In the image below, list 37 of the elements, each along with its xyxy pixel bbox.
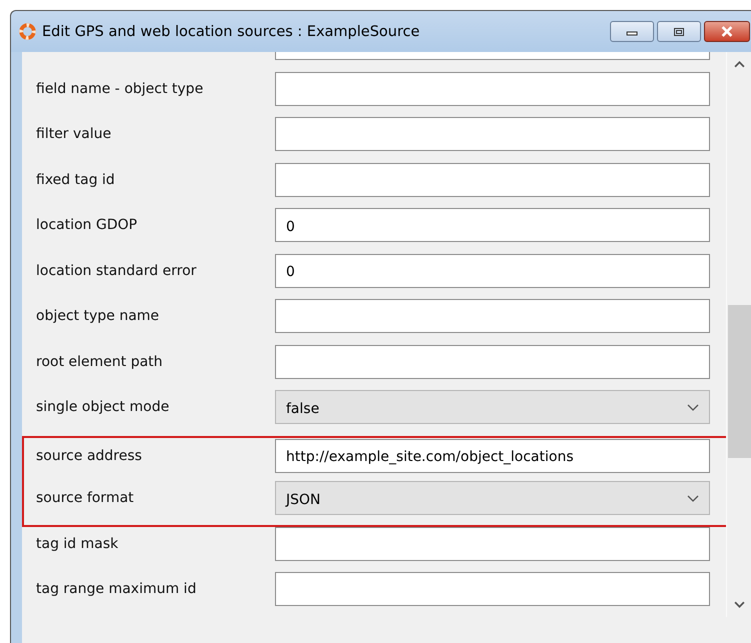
input-field[interactable] <box>275 117 710 151</box>
chevron-icon <box>687 404 699 410</box>
field-label: source format <box>36 490 134 506</box>
field-label: location GDOP <box>36 217 138 233</box>
field-label: filter value <box>36 126 112 142</box>
field-label: location standard error <box>36 262 196 278</box>
scroll-thumb[interactable] <box>728 305 751 458</box>
input-field[interactable]: http://example_site.com/object_locations <box>275 438 710 472</box>
field-label: single object mode <box>36 399 170 415</box>
maximize-icon <box>673 26 685 36</box>
input-field[interactable] <box>275 72 710 106</box>
field-label: field name - object type <box>36 80 204 96</box>
input-field[interactable] <box>275 299 710 333</box>
field-label: fixed tag id <box>36 172 115 188</box>
chevron-icon <box>687 494 699 502</box>
input-field[interactable] <box>275 162 710 196</box>
scroll-up-icon[interactable] <box>734 61 744 68</box>
scrollbar[interactable] <box>726 52 751 617</box>
window-title: Edit GPS and web location sources : ExampleSource <box>42 24 420 40</box>
input-field[interactable]: 0 <box>275 254 710 288</box>
maximize-button[interactable] <box>657 21 701 42</box>
dropdown[interactable]: JSON <box>275 481 710 515</box>
field-label: tag id mask <box>36 536 118 552</box>
field-label: source address <box>36 448 142 464</box>
field-label: tag range maximum id <box>36 581 196 597</box>
input-field[interactable] <box>275 526 710 560</box>
field-label: object type name <box>36 308 160 324</box>
input-field[interactable] <box>275 572 710 606</box>
close-icon <box>720 26 734 37</box>
input-field[interactable]: 0 <box>275 208 710 242</box>
input-field[interactable] <box>275 344 710 378</box>
ring-icon <box>19 23 36 40</box>
field-label: root element path <box>36 354 163 370</box>
scroll-down-icon[interactable] <box>734 601 744 608</box>
close-button[interactable] <box>704 21 750 42</box>
minimize-button[interactable] <box>610 21 654 42</box>
dropdown[interactable]: false <box>275 390 710 424</box>
